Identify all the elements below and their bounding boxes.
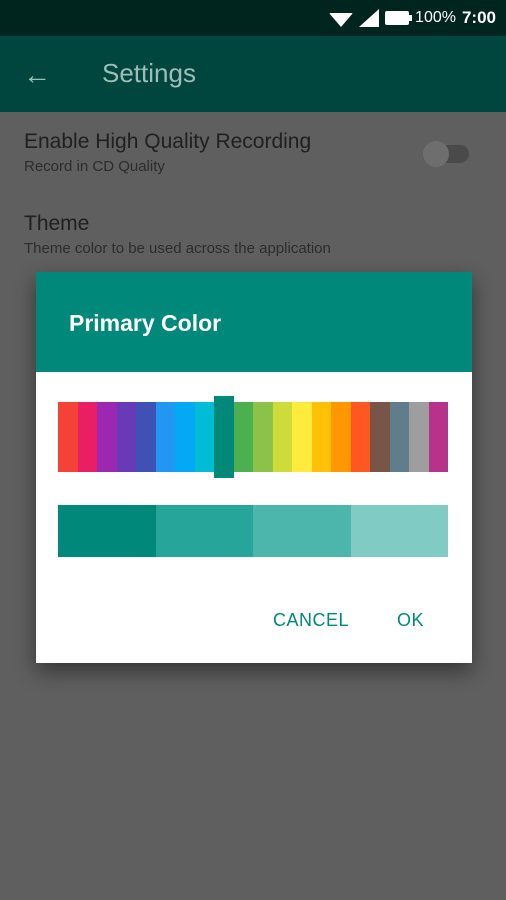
- color-swatch[interactable]: [155, 402, 175, 472]
- page-title: Settings: [102, 58, 196, 88]
- color-swatch[interactable]: [175, 402, 195, 472]
- pref-summary: Record in CD Quality: [24, 158, 165, 175]
- wifi-icon: [329, 13, 354, 27]
- color-swatch[interactable]: [194, 402, 214, 472]
- ok-button[interactable]: OK: [397, 610, 424, 631]
- color-swatch[interactable]: [253, 402, 273, 472]
- selected-color-indicator[interactable]: [214, 396, 234, 478]
- shade-swatch[interactable]: [58, 505, 156, 557]
- primary-color-dialog: Primary Color CANCEL OK: [36, 272, 472, 663]
- dialog-title: Primary Color: [69, 310, 222, 336]
- color-swatch[interactable]: [136, 402, 156, 472]
- color-swatch[interactable]: [370, 402, 390, 472]
- pref-high-quality-recording[interactable]: Enable High Quality Recording Record in …: [24, 130, 311, 175]
- pref-theme[interactable]: Theme Theme color to be used across the …: [24, 212, 331, 257]
- signal-icon: [359, 9, 380, 27]
- color-swatch[interactable]: [409, 402, 429, 472]
- color-swatch[interactable]: [428, 402, 448, 472]
- shade-swatch[interactable]: [155, 505, 253, 557]
- color-swatch[interactable]: [58, 402, 78, 472]
- status-bar: 100% 7:00: [0, 0, 506, 36]
- color-swatch[interactable]: [97, 402, 117, 472]
- color-palette: [58, 396, 448, 478]
- color-swatch[interactable]: [389, 402, 409, 472]
- shade-swatch[interactable]: [350, 505, 448, 557]
- battery-icon: [385, 11, 413, 25]
- shade-swatch[interactable]: [253, 505, 351, 557]
- color-swatch[interactable]: [233, 402, 253, 472]
- color-swatch[interactable]: [77, 402, 97, 472]
- status-icons: 100% 7:00: [329, 0, 496, 36]
- back-arrow-icon[interactable]: ←: [22, 60, 52, 90]
- cancel-button[interactable]: CANCEL: [273, 610, 349, 631]
- dialog-header: Primary Color: [36, 272, 472, 372]
- high-quality-toggle[interactable]: [423, 141, 469, 167]
- clock: 7:00: [461, 8, 496, 27]
- pref-title: Theme: [24, 212, 90, 235]
- color-swatch[interactable]: [350, 402, 370, 472]
- shade-palette: [58, 505, 448, 557]
- toggle-knob: [423, 141, 449, 167]
- color-swatch[interactable]: [292, 402, 312, 472]
- app-bar: ← Settings: [0, 36, 506, 112]
- pref-summary: Theme color to be used across the applic…: [24, 240, 331, 257]
- battery-percent: 100%: [415, 9, 456, 26]
- color-swatch[interactable]: [116, 402, 136, 472]
- pref-title: Enable High Quality Recording: [24, 130, 312, 153]
- color-swatch[interactable]: [331, 402, 351, 472]
- color-swatch[interactable]: [311, 402, 331, 472]
- color-swatch[interactable]: [272, 402, 292, 472]
